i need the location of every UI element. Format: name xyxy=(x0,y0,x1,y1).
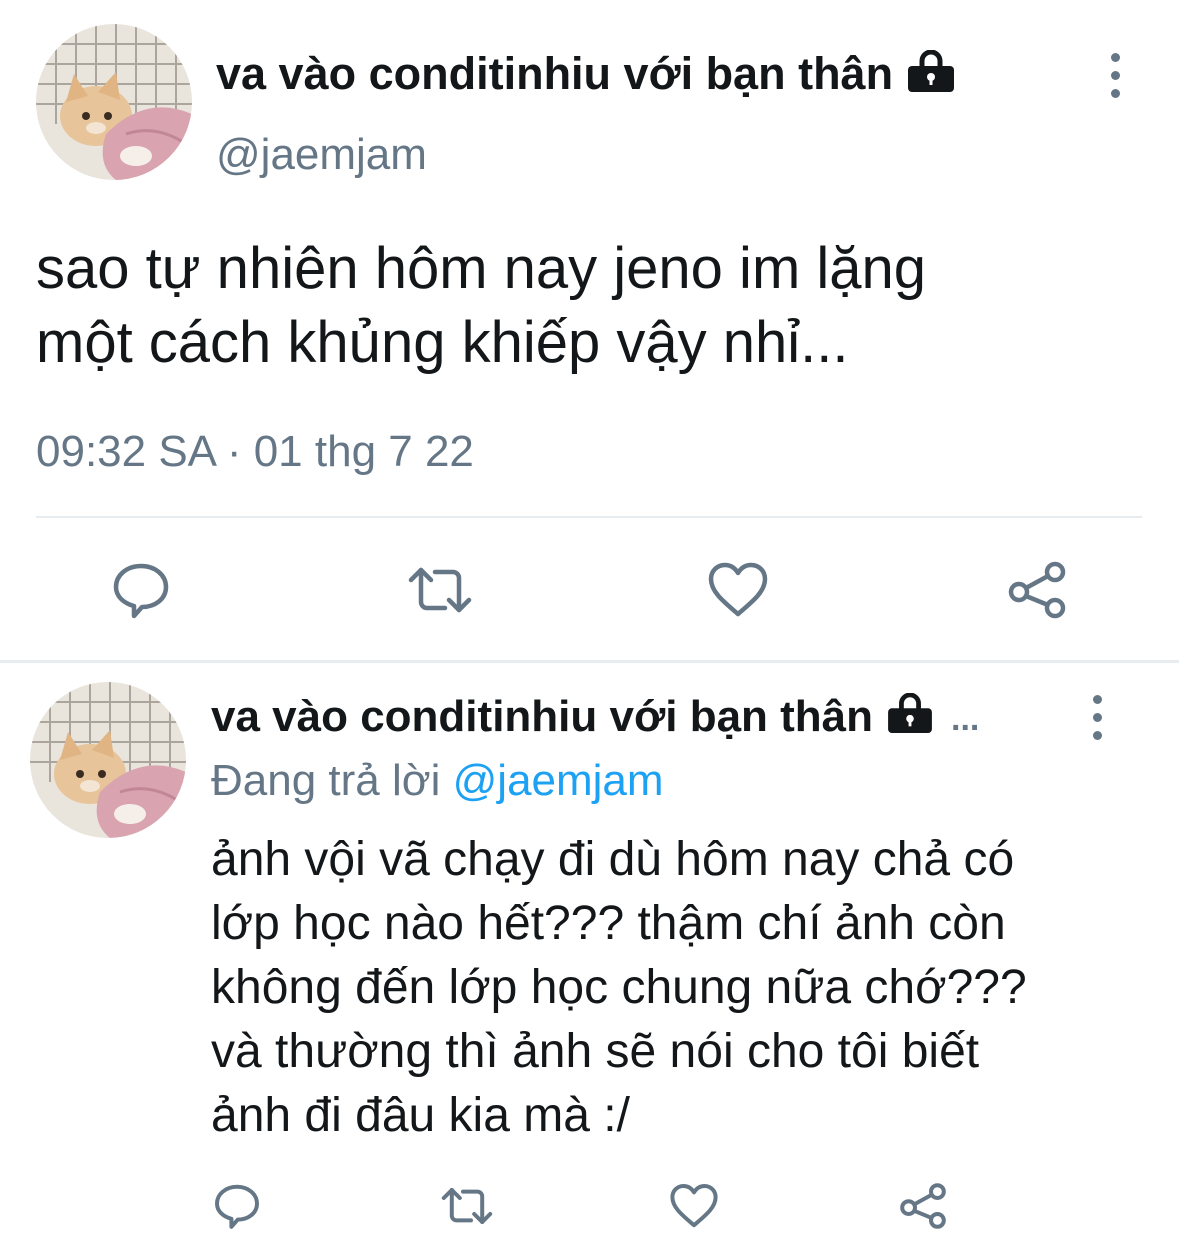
share-icon[interactable] xyxy=(1005,560,1069,620)
replying-to-mention[interactable]: @jaemjam xyxy=(453,756,664,805)
more-options-icon[interactable] xyxy=(1077,687,1117,747)
user-handle[interactable]: @jaemjam xyxy=(216,128,427,182)
divider xyxy=(36,516,1142,518)
reply-icon[interactable] xyxy=(110,560,172,620)
retweet-icon[interactable] xyxy=(438,1182,496,1230)
tweet-text-line: một cách khủng khiếp vậy nhỉ... xyxy=(36,310,849,375)
display-name-text: va vào conditinhiu với bạn thân xyxy=(211,692,874,741)
main-tweet: va vào conditinhiu với bạn thân @jaemjam… xyxy=(0,0,1179,660)
like-icon[interactable] xyxy=(706,560,770,620)
tweet-text: ảnh vội vã chạy đi dù hôm nay chả có lớp… xyxy=(211,828,1027,1148)
avatar[interactable] xyxy=(30,682,186,838)
reply-icon[interactable] xyxy=(212,1182,262,1230)
tweet-text-line: không đến lớp học chung nữa chớ??? xyxy=(211,961,1027,1014)
tweet-text-line: lớp học nào hết??? thậm chí ảnh còn xyxy=(211,897,1006,950)
tweet-text: sao tự nhiên hôm nay jeno im lặng một cá… xyxy=(36,232,926,380)
tweet-text-line: sao tự nhiên hôm nay jeno im lặng xyxy=(36,236,927,301)
replying-to: Đang trả lời @jaemjam xyxy=(211,752,664,810)
display-name-text: va vào conditinhiu với bạn thân xyxy=(216,48,894,99)
lock-icon xyxy=(905,47,957,107)
retweet-icon[interactable] xyxy=(405,560,475,620)
avatar[interactable] xyxy=(36,24,192,180)
replying-to-label: Đang trả lời xyxy=(211,756,441,805)
truncation-ellipsis: ... xyxy=(951,700,980,739)
display-name[interactable]: va vào conditinhiu với bạn thân xyxy=(216,44,957,107)
tweet-text-line: và thường thì ảnh sẽ nói cho tôi biết xyxy=(211,1025,980,1078)
more-options-icon[interactable] xyxy=(1095,45,1135,105)
timestamp[interactable]: 09:32 SA · 01 thg 7 22 xyxy=(36,424,474,480)
like-icon[interactable] xyxy=(668,1182,720,1230)
share-icon[interactable] xyxy=(897,1182,949,1230)
lock-icon xyxy=(885,690,935,748)
tweet-text-line: ảnh đi đâu kia mà :/ xyxy=(211,1089,630,1142)
reply-tweet: va vào conditinhiu với bạn thân... Đang … xyxy=(0,662,1179,1260)
display-name[interactable]: va vào conditinhiu với bạn thân... xyxy=(211,688,979,748)
tweet-text-line: ảnh vội vã chạy đi dù hôm nay chả có xyxy=(211,833,1015,886)
